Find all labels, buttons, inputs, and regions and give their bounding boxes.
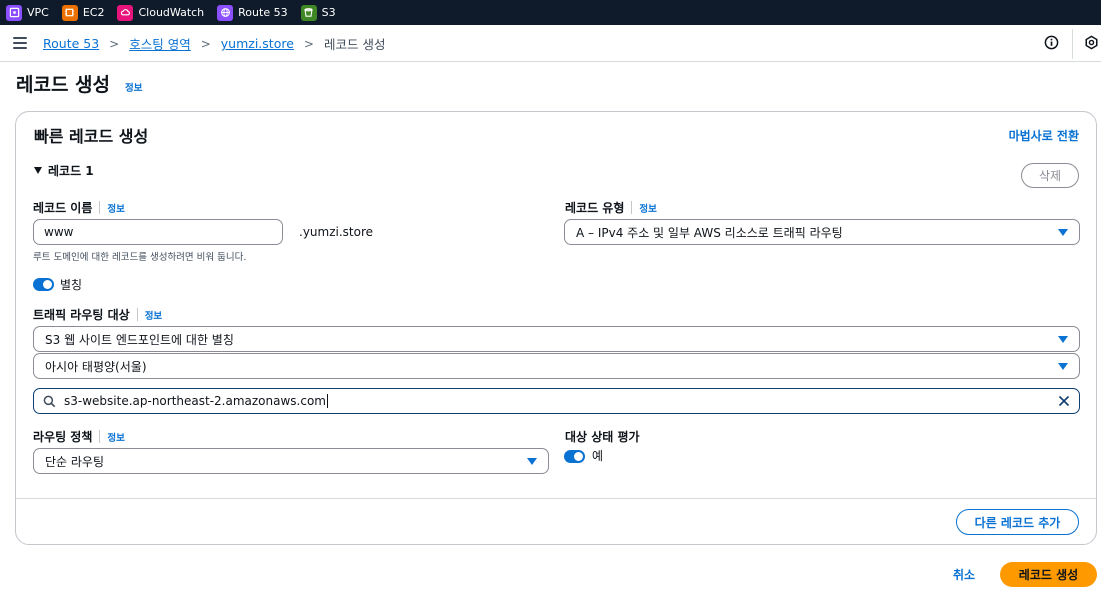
- endpoint-search-value: s3-website.ap-northeast-2.amazonaws.com: [64, 394, 326, 408]
- routing-policy-label-text: 라우팅 정책: [33, 430, 93, 444]
- caret-down-icon: [34, 167, 42, 174]
- create-record-button[interactable]: 레코드 생성: [1000, 562, 1097, 587]
- breadcrumb-hosted-zones[interactable]: 호스팅 영역: [129, 34, 190, 53]
- health-eval-toggle[interactable]: [564, 450, 585, 463]
- favorite-vpc-label: VPC: [27, 6, 49, 19]
- breadcrumb-bar: Route 53 > 호스팅 영역 > yumzi.store > 레코드 생성: [0, 25, 1101, 62]
- section-title: 빠른 레코드 생성: [34, 127, 149, 146]
- route-target-label-text: 트래픽 라우팅 대상: [33, 308, 130, 322]
- record-name-value: www: [44, 225, 74, 239]
- record-name-input[interactable]: www: [33, 219, 283, 245]
- favorites-bar: VPC EC2 CloudWatch Route 53 S3: [0, 0, 1101, 25]
- add-record-button[interactable]: 다른 레코드 추가: [956, 509, 1079, 535]
- switch-to-wizard-link[interactable]: 마법사로 전환: [1009, 127, 1079, 144]
- routing-policy-select[interactable]: 단순 라우팅: [33, 448, 549, 474]
- region-value: 아시아 태평양(서울): [45, 359, 147, 374]
- favorite-s3-label: S3: [321, 6, 336, 19]
- close-icon[interactable]: [1058, 395, 1070, 407]
- favorite-ec2-label: EC2: [82, 6, 105, 19]
- favorite-ec2[interactable]: EC2: [61, 0, 105, 25]
- alias-label: 별칭: [60, 278, 83, 292]
- favorite-cloudwatch-label: CloudWatch: [138, 6, 205, 19]
- cloudwatch-icon: [117, 4, 134, 21]
- record-type-info-link[interactable]: 정보: [639, 201, 656, 215]
- settings-icon[interactable]: [1084, 35, 1099, 50]
- record-type-label-text: 레코드 유형: [565, 201, 625, 215]
- record-type-select[interactable]: A – IPv4 주소 및 일부 AWS 리소스로 트래픽 라우팅: [564, 219, 1080, 245]
- record-expand-toggle[interactable]: 레코드 1: [34, 162, 94, 179]
- record-type-value: A – IPv4 주소 및 일부 AWS 리소스로 트래픽 라우팅: [576, 225, 843, 240]
- health-eval-toggle-label: 예: [592, 449, 604, 463]
- container-divider: [16, 498, 1096, 499]
- record-name-label-text: 레코드 이름: [33, 201, 93, 215]
- route53-icon: [217, 4, 234, 21]
- endpoint-search-input[interactable]: s3-website.ap-northeast-2.amazonaws.com: [33, 388, 1080, 414]
- delete-button[interactable]: 삭제: [1021, 163, 1079, 188]
- caret-down-icon: [1058, 363, 1068, 370]
- region-select[interactable]: 아시아 태평양(서울): [33, 353, 1080, 379]
- record-header: 레코드 1: [48, 164, 94, 178]
- chevron-right-icon: >: [109, 36, 120, 51]
- cancel-button[interactable]: 취소: [953, 566, 975, 583]
- record-name-hint: 루트 도메인에 대한 레코드를 생성하려면 비워 둡니다.: [33, 252, 247, 263]
- favorite-route53[interactable]: Route 53: [217, 0, 288, 25]
- route-target-label: 트래픽 라우팅 대상 정보: [33, 306, 162, 323]
- record-name-info-link[interactable]: 정보: [107, 201, 124, 215]
- routing-policy-info-link[interactable]: 정보: [107, 430, 124, 444]
- menu-icon[interactable]: [13, 37, 27, 49]
- domain-suffix: .yumzi.store: [299, 225, 374, 239]
- page-title: 레코드 생성: [16, 74, 111, 96]
- endpoint-type-select[interactable]: S3 웹 사이트 엔드포인트에 대한 별칭: [33, 326, 1080, 352]
- ec2-icon: [61, 4, 78, 21]
- routing-policy-label: 라우팅 정책 정보: [33, 428, 125, 445]
- routing-policy-value: 단순 라우팅: [45, 454, 105, 469]
- caret-down-icon: [527, 458, 537, 465]
- search-icon: [43, 395, 56, 408]
- breadcrumb-current: 레코드 생성: [323, 37, 386, 52]
- quick-create-container: 빠른 레코드 생성 마법사로 전환 레코드 1 삭제 레코드 이름 정보 www…: [15, 111, 1097, 545]
- vpc-icon: [6, 4, 22, 21]
- route-target-info-link[interactable]: 정보: [145, 308, 162, 322]
- nav-divider: [1072, 29, 1073, 59]
- favorite-cloudwatch[interactable]: CloudWatch: [117, 0, 204, 25]
- record-type-label: 레코드 유형 정보: [565, 199, 657, 216]
- breadcrumb-zone[interactable]: yumzi.store: [221, 36, 294, 51]
- caret-down-icon: [1058, 229, 1068, 236]
- favorite-vpc[interactable]: VPC: [6, 0, 49, 25]
- chevron-right-icon: >: [200, 36, 211, 51]
- s3-icon: [300, 4, 317, 21]
- breadcrumb: Route 53 > 호스팅 영역 > yumzi.store > 레코드 생성: [43, 34, 385, 53]
- favorite-route53-label: Route 53: [238, 6, 288, 19]
- alias-toggle[interactable]: [33, 278, 54, 291]
- caret-down-icon: [1058, 336, 1068, 343]
- breadcrumb-route53[interactable]: Route 53: [43, 36, 99, 51]
- health-eval-label: 대상 상태 평가: [565, 430, 640, 444]
- page-info-link[interactable]: 정보: [125, 80, 142, 94]
- chevron-right-icon: >: [303, 36, 314, 51]
- info-icon[interactable]: [1044, 35, 1059, 50]
- endpoint-type-value: S3 웹 사이트 엔드포인트에 대한 별칭: [45, 332, 234, 347]
- favorite-s3[interactable]: S3: [300, 0, 336, 25]
- record-name-label: 레코드 이름 정보: [33, 199, 125, 216]
